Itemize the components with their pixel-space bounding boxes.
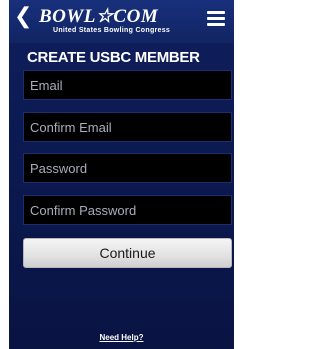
password-field-container bbox=[23, 153, 232, 183]
confirm-email-field-container bbox=[23, 112, 232, 142]
hamburger-menu-icon[interactable] bbox=[207, 11, 225, 27]
continue-button[interactable]: Continue bbox=[23, 238, 232, 268]
app-screen: ❮ BOWL☆COM United States Bowling Congres… bbox=[9, 0, 234, 349]
top-bar: ❮ BOWL☆COM United States Bowling Congres… bbox=[9, 0, 234, 43]
logo-wordmark: BOWL☆COM bbox=[39, 6, 159, 27]
page-title: CREATE USBC MEMBER LOGIN bbox=[27, 49, 200, 86]
confirm-email-field[interactable] bbox=[24, 113, 231, 141]
need-help-link[interactable]: Need Help? bbox=[9, 332, 234, 344]
confirm-password-field-container bbox=[23, 195, 232, 225]
logo-tagline: United States Bowling Congress bbox=[53, 27, 171, 34]
password-field[interactable] bbox=[24, 154, 231, 182]
email-field[interactable] bbox=[24, 71, 231, 99]
back-chevron-icon[interactable]: ❮ bbox=[14, 6, 32, 30]
email-field-container bbox=[23, 70, 232, 100]
confirm-password-field[interactable] bbox=[24, 196, 231, 224]
bowl-com-logo: BOWL☆COM United States Bowling Congress bbox=[39, 7, 197, 37]
